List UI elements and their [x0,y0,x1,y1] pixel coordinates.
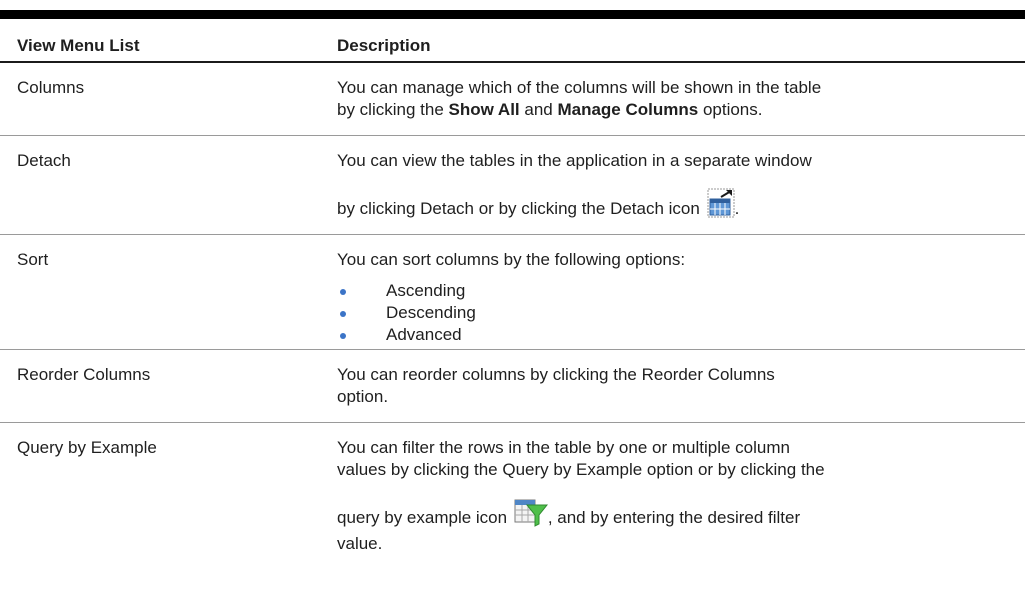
list-item: Advanced [337,324,1023,346]
desc-text: You can sort columns by the following op… [337,250,686,269]
header-view-menu-list: View Menu List [17,36,140,55]
query-by-example-icon [514,497,548,533]
list-item: Ascending [337,280,1023,302]
description-reorder-columns: You can reorder columns by clicking the … [337,364,1023,408]
menu-item-query-by-example: Query by Example [17,438,157,457]
table-row-query-by-example: Query by Example You can filter the rows… [0,423,1025,577]
desc-text: by clicking the Show All and Manage Colu… [337,100,763,119]
table-header-row: View Menu List Description [0,19,1025,63]
sort-options-list: Ascending Descending Advanced [337,280,1023,346]
header-description: Description [337,36,431,55]
desc-text: You can filter the rows in the table by … [337,438,790,457]
desc-text: values by clicking the Query by Example … [337,460,825,479]
desc-text: You can view the tables in the applicati… [337,151,812,170]
description-sort: You can sort columns by the following op… [337,249,1023,346]
desc-text: by clicking Detach or by clicking the De… [337,188,1023,224]
description-columns: You can manage which of the columns will… [337,77,1023,121]
bullet-icon [340,333,346,339]
desc-text: query by example icon , and by entering … [337,497,1023,533]
table-row-detach: Detach You can view the tables in the ap… [0,136,1025,235]
view-menu-table: View Menu List Description Columns You c… [0,0,1025,597]
menu-item-reorder-columns: Reorder Columns [17,365,151,384]
manage-columns-term: Manage Columns [557,100,699,119]
description-query-by-example: You can filter the rows in the table by … [337,437,1023,555]
desc-text: option. [337,387,389,406]
detach-icon [707,188,735,224]
table-row-reorder-columns: Reorder Columns You can reorder columns … [0,350,1025,423]
menu-item-columns: Columns [17,78,85,97]
table-top-rule [0,10,1025,19]
desc-text: You can manage which of the columns will… [337,78,822,97]
menu-item-sort: Sort [17,250,49,269]
table-row-sort: Sort You can sort columns by the followi… [0,235,1025,350]
bullet-icon [340,289,346,295]
list-item: Descending [337,302,1023,324]
bullet-icon [340,311,346,317]
table-row-columns: Columns You can manage which of the colu… [0,63,1025,136]
show-all-term: Show All [448,100,520,119]
menu-item-detach: Detach [17,151,71,170]
desc-text: You can reorder columns by clicking the … [337,365,775,384]
description-detach: You can view the tables in the applicati… [337,150,1023,224]
desc-text: value. [337,534,383,553]
